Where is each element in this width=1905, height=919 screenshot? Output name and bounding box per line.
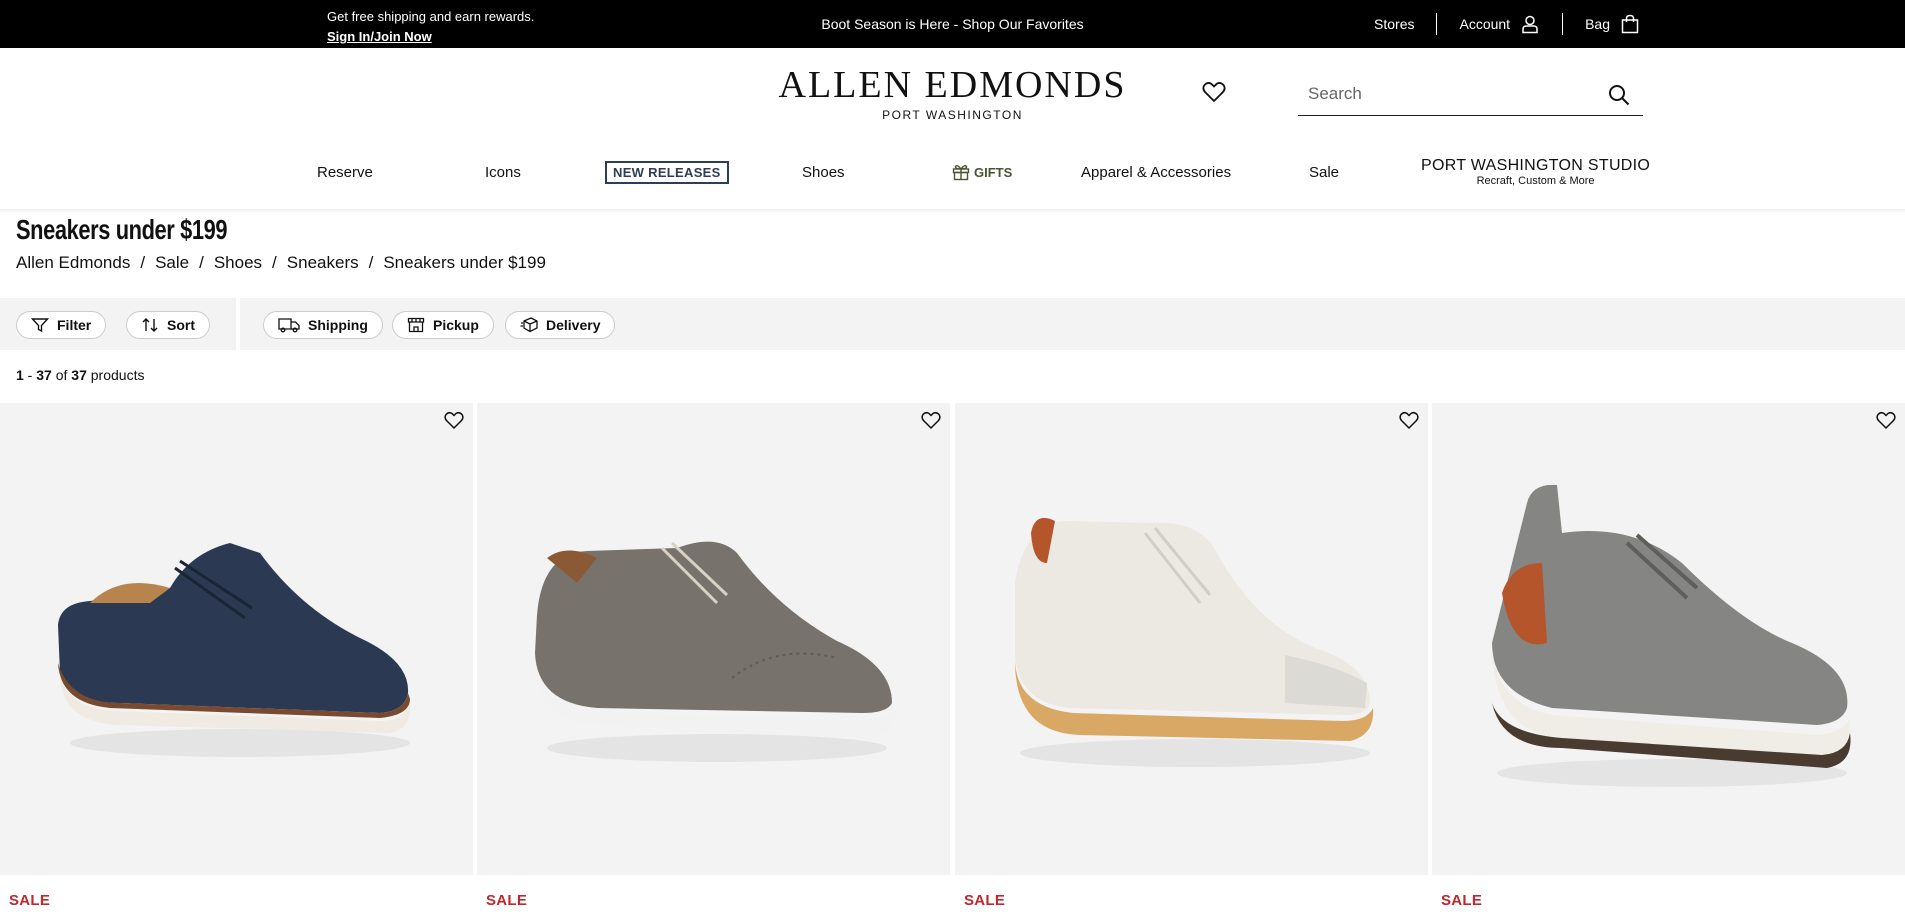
promo-bar: Get free shipping and earn rewards. Sign… <box>0 0 1905 48</box>
breadcrumb: Allen Edmonds / Sale / Shoes / Sneakers … <box>16 253 546 273</box>
bag-icon <box>1621 14 1639 34</box>
breadcrumb-home[interactable]: Allen Edmonds <box>16 253 130 273</box>
product-sale-badge: SALE <box>9 892 51 909</box>
account-label: Account <box>1459 16 1511 32</box>
product-sale-badge: SALE <box>486 892 528 909</box>
promo-rewards-text: Get free shipping and earn rewards. <box>327 9 535 24</box>
stores-label: Stores <box>1374 16 1415 32</box>
results-start: 1 <box>16 367 24 383</box>
favorite-heart-icon[interactable] <box>443 409 465 431</box>
nav-reserve-label: Reserve <box>317 163 373 181</box>
delivery-toggle[interactable]: Delivery <box>505 311 616 339</box>
filter-divider <box>236 298 240 350</box>
bag-label: Bag <box>1585 16 1610 32</box>
product-sale-badge: SALE <box>1441 892 1483 909</box>
favorite-heart-icon[interactable] <box>1875 409 1897 431</box>
breadcrumb-separator: / <box>368 253 374 272</box>
delivery-box-icon <box>520 317 538 333</box>
shipping-label: Shipping <box>308 317 368 333</box>
stores-link[interactable]: Stores <box>1352 13 1436 35</box>
account-icon <box>1522 15 1538 34</box>
breadcrumb-separator: / <box>199 253 204 272</box>
nav-studio-sublabel: Recraft, Custom & More <box>1476 175 1595 187</box>
search-bar <box>1298 74 1643 116</box>
brand-logo[interactable]: ALLEN EDMONDS PORT WASHINGTON <box>770 64 1135 122</box>
product-card[interactable] <box>1432 403 1905 875</box>
filter-button[interactable]: Filter <box>16 311 107 339</box>
breadcrumb-sale[interactable]: Sale <box>155 253 189 273</box>
header-divider <box>0 209 1905 213</box>
bag-link[interactable]: Bag <box>1563 13 1640 35</box>
results-suffix: products <box>90 367 145 383</box>
nav-apparel-label: Apparel & Accessories <box>1081 163 1232 181</box>
truck-icon <box>278 318 300 333</box>
results-of: of <box>55 367 68 383</box>
account-link[interactable]: Account <box>1437 13 1562 35</box>
nav-gifts-label: GIFTS <box>974 164 1013 180</box>
results-count: 1 - 37 of 37 products <box>16 367 145 383</box>
store-icon <box>407 317 425 333</box>
brand-name: ALLEN EDMONDS <box>778 64 1127 106</box>
promo-headline-link[interactable]: Boot Season is Here - Shop Our Favorites <box>821 16 1083 32</box>
product-image-knit-sneaker <box>1492 484 1851 787</box>
breadcrumb-separator: / <box>272 253 277 272</box>
gift-icon <box>952 164 970 181</box>
results-total: 37 <box>71 367 87 383</box>
nav-shoes-label: Shoes <box>802 163 845 181</box>
results-end: 37 <box>36 367 52 383</box>
delivery-label: Delivery <box>546 317 601 333</box>
nav-icons-label: Icons <box>485 163 521 181</box>
page-title: Sneakers under $199 <box>16 214 228 245</box>
nav-gifts[interactable]: GIFTS <box>952 150 1012 194</box>
nav-port-washington-studio[interactable]: PORT WASHINGTON STUDIO Recraft, Custom &… <box>1421 150 1650 194</box>
product-sale-badge: SALE <box>964 892 1006 909</box>
product-card[interactable] <box>477 403 950 875</box>
promo-rewards: Get free shipping and earn rewards. Sign… <box>327 7 534 47</box>
nav-gifts-wrap: GIFTS <box>952 163 1012 181</box>
nav-new-releases[interactable]: NEW RELEASES <box>605 150 729 194</box>
pickup-label: Pickup <box>433 317 479 333</box>
favorite-heart-icon[interactable] <box>920 409 942 431</box>
nav-sale-label: Sale <box>1309 163 1340 181</box>
breadcrumb-current: Sneakers under $199 <box>383 253 546 272</box>
nav-new-releases-label: NEW RELEASES <box>605 160 729 184</box>
utility-nav: Stores Account Bag <box>1352 0 1640 48</box>
filter-icon <box>31 318 49 333</box>
product-card[interactable] <box>955 403 1428 875</box>
filter-bar: Filter Sort Shipping Pickup Delivery <box>0 298 1905 350</box>
search-input[interactable] <box>1298 74 1578 114</box>
breadcrumb-sneakers[interactable]: Sneakers <box>287 253 359 273</box>
favorite-heart-icon[interactable] <box>1398 409 1420 431</box>
breadcrumb-separator: / <box>140 253 146 272</box>
search-icon[interactable] <box>1607 83 1631 107</box>
nav-shoes[interactable]: Shoes <box>802 150 845 194</box>
product-card[interactable] <box>0 403 473 875</box>
sort-icon <box>142 318 158 332</box>
brand-subtitle: PORT WASHINGTON <box>882 108 1023 122</box>
pickup-toggle[interactable]: Pickup <box>392 311 494 339</box>
product-image-derby <box>58 543 411 757</box>
wishlist-heart-icon[interactable] <box>1201 79 1227 105</box>
filter-label: Filter <box>57 317 92 333</box>
nav-icons[interactable]: Icons <box>485 150 521 194</box>
nav-studio-label: PORT WASHINGTON STUDIO <box>1421 157 1651 174</box>
sort-label: Sort <box>167 317 195 333</box>
product-image-leather-sneaker <box>1015 517 1374 767</box>
shipping-toggle[interactable]: Shipping <box>263 311 383 339</box>
nav-apparel[interactable]: Apparel & Accessories <box>1081 150 1231 194</box>
breadcrumb-shoes[interactable]: Shoes <box>214 253 262 273</box>
product-image-suede-oxford <box>535 541 896 762</box>
nav-sale[interactable]: Sale <box>1309 150 1339 194</box>
nav-reserve[interactable]: Reserve <box>317 150 373 194</box>
sign-in-link[interactable]: Sign In/Join Now <box>327 27 534 47</box>
main-nav: Reserve Icons NEW RELEASES Shoes GIFTS A… <box>0 150 1905 210</box>
sort-button[interactable]: Sort <box>126 311 210 339</box>
